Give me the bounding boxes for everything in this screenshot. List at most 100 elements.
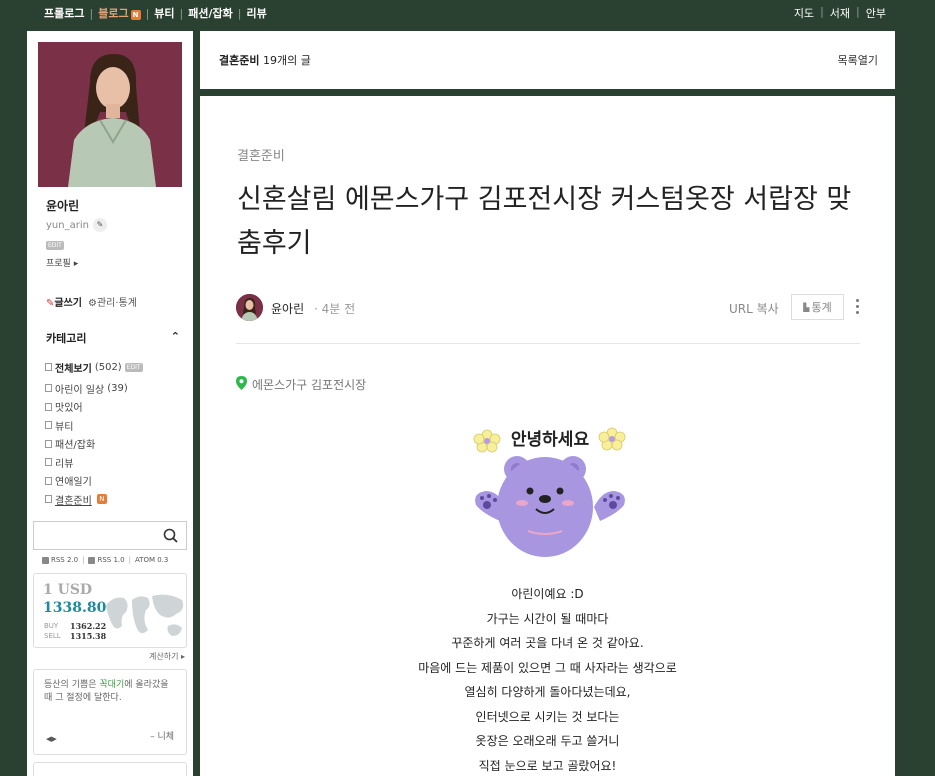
bear-sticker-illustration: 안녕하세요 — [473, 427, 626, 557]
category-count: (39) — [107, 382, 128, 394]
sell-value: 1315.38 — [70, 631, 107, 641]
edit-badge[interactable]: EDIT — [124, 362, 143, 372]
stats-label: 통계 — [811, 301, 832, 314]
post-count: 19개의 글 — [262, 54, 311, 67]
article-category[interactable]: 결혼준비 — [237, 145, 285, 164]
author-name[interactable]: 윤아린 — [271, 300, 304, 317]
exchange-rate: 1338.80 — [43, 600, 107, 616]
category-item-fashion[interactable]: 패션/잡화 — [45, 435, 143, 454]
category-item-wedding[interactable]: 결혼준비 N — [45, 490, 143, 509]
quote-highlight: 꼭대기 — [99, 680, 125, 690]
profile-image[interactable] — [38, 42, 182, 187]
current-category: 결혼준비 19개의 글 — [219, 52, 311, 68]
write-row: ✎글쓰기 ⚙관리·통계 — [46, 294, 137, 309]
caret-right-icon: ▸ — [180, 652, 185, 661]
category-box-icon — [45, 421, 52, 430]
quote-text-before: 등산의 기쁨은 — [44, 680, 100, 690]
menu-map[interactable]: 지도 — [794, 5, 814, 21]
profile-link-label: 프로필 — [46, 259, 71, 269]
utility-menu: 지도 | 서재 | 안부 — [794, 5, 886, 21]
open-list-button[interactable]: 목록열기 — [838, 52, 878, 68]
menu-guestbook[interactable]: 안부 — [866, 5, 886, 21]
category-label: 뷰티 — [55, 421, 74, 433]
sell-label: SELL — [44, 632, 61, 640]
category-box-icon — [45, 363, 52, 371]
article-meta: 윤아린 · 4분 전 URL 복사 ▙ 통계 — [236, 294, 860, 322]
buy-label: BUY — [44, 622, 59, 630]
new-badge: N — [130, 10, 141, 20]
avatar[interactable] — [236, 294, 263, 321]
post-time: · 4분 전 — [314, 302, 356, 316]
search-input[interactable] — [34, 522, 154, 549]
category-item-food[interactable]: 맛있어 — [45, 398, 143, 417]
quote-widget: 등산의 기쁨은 꼭대기에 올라갔을 때 그 절정에 달한다. ◀▶ – 니체 — [33, 669, 187, 755]
category-item-review[interactable]: 리뷰 — [45, 453, 143, 472]
manage-button[interactable]: ⚙관리·통계 — [88, 294, 137, 309]
manage-label: 관리·통계 — [96, 298, 137, 309]
article-title: 신혼살림 에몬스가구 김포전시장 커스텀옷장 서랍장 맞춤후기 — [237, 184, 852, 259]
pencil-icon[interactable]: ✎ — [92, 218, 107, 232]
menu-fashion[interactable]: 패션/잡화 — [188, 5, 233, 21]
divider: | — [128, 556, 131, 564]
category-item-beauty[interactable]: 뷰티 — [45, 416, 143, 435]
avatar-illustration — [236, 294, 263, 321]
chevron-up-icon[interactable]: ⌃ — [171, 330, 180, 346]
divider: | — [145, 6, 150, 20]
search-box — [33, 521, 187, 550]
rss-2-link[interactable]: RSS 2.0 — [51, 556, 78, 564]
body-paragraph: 꾸준하게 여러 곳을 다녀 온 것 같아요. — [451, 636, 644, 650]
calculate-label: 계산하기 — [148, 652, 179, 661]
profile-photo-illustration — [38, 42, 182, 187]
profile-link[interactable]: 프로필 ▸ — [46, 256, 78, 269]
menu-prologue[interactable]: 프롤로그 — [44, 5, 84, 21]
currency-widget: 1 USD 1338.80 BUY SELL 1362.22 1315.38 — [33, 573, 187, 648]
quote-author: – 니체 — [150, 732, 174, 742]
write-button[interactable]: ✎글쓰기 — [46, 294, 82, 309]
category-label: 리뷰 — [55, 458, 74, 470]
menu-beauty[interactable]: 뷰티 — [154, 5, 174, 21]
category-count: (502) — [94, 361, 122, 373]
category-item-dating[interactable]: 연애일기 — [45, 472, 143, 491]
menu-blog[interactable]: 블로그 N — [98, 5, 141, 21]
place-name: 에몬스가구 김포전시장 — [252, 378, 367, 392]
rss-1-link[interactable]: RSS 1.0 — [97, 556, 124, 564]
menu-blog-label: 블로그 — [98, 7, 129, 20]
divider: | — [856, 5, 860, 18]
stats-button[interactable]: ▙ 통계 — [791, 294, 844, 320]
more-options-icon[interactable] — [855, 299, 861, 317]
world-map-icon — [106, 594, 184, 636]
triangle-right-icon[interactable]: ▶ — [51, 735, 56, 743]
sidebar-widget — [33, 762, 187, 776]
search-icon[interactable] — [163, 528, 178, 547]
category-item-all[interactable]: 전체보기 (502) EDIT — [45, 355, 143, 379]
menu-review[interactable]: 리뷰 — [246, 5, 266, 21]
gear-icon: ⚙ — [88, 298, 97, 309]
currency-unit: 1 USD — [43, 582, 93, 598]
blog-menu: 프롤로그 | 블로그 N | 뷰티 | 패션/잡화 | 리뷰 — [44, 5, 267, 21]
category-box-icon — [45, 476, 52, 485]
rss-links: RSS 2.0 | RSS 1.0 | ATOM 0.3 — [42, 556, 168, 564]
sidebar: 윤아린 yun_arin ✎ EDIT 프로필 ▸ ✎글쓰기 ⚙관리·통계 카테… — [27, 31, 193, 776]
profile-name: 윤아린 — [46, 199, 80, 213]
body-paragraph: 인터넷으로 시키는 것 보다는 — [475, 709, 620, 724]
buy-sell-labels: BUY SELL — [44, 621, 61, 641]
place-tag[interactable]: 에몬스가구 김포전시장 — [236, 376, 366, 393]
quote-nav[interactable]: ◀▶ — [46, 733, 57, 746]
body-paragraph: 아린이예요 :D — [511, 587, 584, 601]
body-paragraph: 가구는 시간이 될 때마다 — [486, 611, 609, 626]
calculate-link[interactable]: 계산하기 ▸ — [149, 651, 185, 662]
category-title: 카테고리 — [46, 332, 87, 345]
category-box-icon — [45, 439, 52, 448]
article: 결혼준비 신혼살림 에몬스가구 김포전시장 커스텀옷장 서랍장 맞춤후기 윤아린… — [200, 96, 895, 776]
caret-right-icon: ▸ — [73, 259, 79, 269]
url-copy-button[interactable]: URL 복사 — [729, 300, 779, 317]
edit-badge[interactable]: EDIT — [46, 241, 64, 250]
divider: | — [179, 6, 184, 20]
top-navigation: 프롤로그 | 블로그 N | 뷰티 | 패션/잡화 | 리뷰 지도 | 서재 | … — [0, 0, 935, 24]
category-label: 결혼준비 — [55, 495, 92, 507]
category-item-daily[interactable]: 아린이 일상 (39) — [45, 379, 143, 398]
atom-link[interactable]: ATOM 0.3 — [135, 556, 168, 564]
category-header[interactable]: 카테고리 ⌃ — [46, 330, 180, 346]
menu-library[interactable]: 서재 — [830, 5, 850, 21]
category-label: 패션/잡화 — [55, 440, 96, 452]
